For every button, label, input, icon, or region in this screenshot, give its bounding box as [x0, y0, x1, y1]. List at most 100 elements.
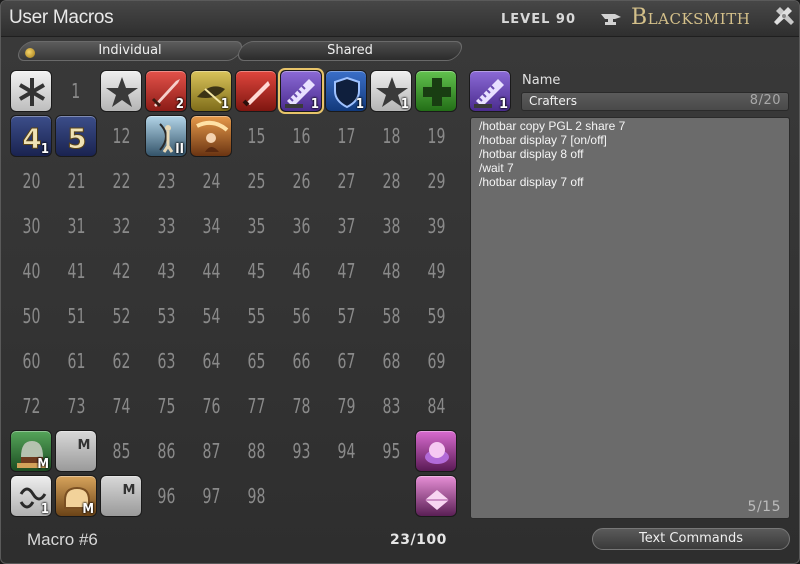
empty-macro-slot[interactable]: 35 [234, 204, 278, 248]
empty-macro-slot[interactable]: 87 [189, 429, 233, 473]
title-bar[interactable]: User Macros LEVEL 90 Blacksmith [1, 1, 799, 37]
empty-macro-slot[interactable] [324, 474, 368, 518]
empty-macro-slot[interactable]: 86 [144, 429, 188, 473]
empty-macro-slot[interactable]: 15 [234, 114, 278, 158]
tab-individual[interactable]: Individual [14, 41, 246, 61]
empty-macro-slot[interactable]: 31 [54, 204, 98, 248]
empty-macro-slot[interactable]: 66 [279, 339, 323, 383]
empty-macro-slot[interactable]: 26 [279, 159, 323, 203]
empty-macro-slot[interactable]: 59 [414, 294, 458, 338]
empty-macro-slot[interactable]: 47 [324, 249, 368, 293]
empty-macro-slot[interactable]: 65 [234, 339, 278, 383]
macro-slot[interactable]: 41 [9, 114, 53, 158]
macro-slot[interactable] [189, 114, 233, 158]
empty-macro-slot[interactable]: 94 [324, 429, 368, 473]
empty-macro-slot[interactable]: 63 [144, 339, 188, 383]
macro-slot[interactable] [414, 429, 458, 473]
macro-slot[interactable]: II [144, 114, 188, 158]
empty-macro-slot[interactable]: 36 [279, 204, 323, 248]
macro-slot[interactable]: 1 [9, 474, 53, 518]
empty-macro-slot[interactable]: 75 [144, 384, 188, 428]
empty-macro-slot[interactable]: 64 [189, 339, 233, 383]
macro-slot[interactable]: M [9, 429, 53, 473]
macro-slot[interactable]: 1 [278, 68, 324, 114]
empty-macro-slot[interactable]: 74 [99, 384, 143, 428]
empty-macro-slot[interactable]: 51 [54, 294, 98, 338]
empty-macro-slot[interactable]: 54 [189, 294, 233, 338]
empty-macro-slot[interactable]: 43 [144, 249, 188, 293]
empty-macro-slot[interactable]: 93 [279, 429, 323, 473]
empty-macro-slot[interactable]: 83 [369, 384, 413, 428]
empty-macro-slot[interactable]: 49 [414, 249, 458, 293]
tab-shared[interactable]: Shared [234, 41, 466, 61]
empty-macro-slot[interactable]: 42 [99, 249, 143, 293]
empty-macro-slot[interactable]: 34 [189, 204, 233, 248]
empty-macro-slot[interactable]: 16 [279, 114, 323, 158]
empty-macro-slot[interactable]: 38 [369, 204, 413, 248]
empty-macro-slot[interactable]: 19 [414, 114, 458, 158]
macro-slot[interactable] [414, 69, 458, 113]
empty-macro-slot[interactable]: 32 [99, 204, 143, 248]
macro-slot[interactable]: 2 [144, 69, 188, 113]
empty-macro-slot[interactable]: 28 [369, 159, 413, 203]
empty-macro-slot[interactable]: 55 [234, 294, 278, 338]
empty-macro-slot[interactable]: 29 [414, 159, 458, 203]
empty-macro-slot[interactable]: 67 [324, 339, 368, 383]
empty-macro-slot[interactable]: 85 [99, 429, 143, 473]
empty-macro-slot[interactable]: 79 [324, 384, 368, 428]
empty-macro-slot[interactable]: 84 [414, 384, 458, 428]
empty-macro-slot[interactable]: 72 [9, 384, 53, 428]
macro-slot[interactable]: 1 [324, 69, 368, 113]
macro-slot[interactable] [99, 69, 143, 113]
empty-macro-slot[interactable]: 25 [234, 159, 278, 203]
empty-macro-slot[interactable]: 58 [369, 294, 413, 338]
macro-slot[interactable] [414, 474, 458, 518]
macro-slot[interactable] [9, 69, 53, 113]
empty-macro-slot[interactable]: 56 [279, 294, 323, 338]
macro-slot[interactable]: M [54, 429, 98, 473]
empty-macro-slot[interactable]: 76 [189, 384, 233, 428]
empty-macro-slot[interactable]: 24 [189, 159, 233, 203]
empty-macro-slot[interactable]: 20 [9, 159, 53, 203]
empty-macro-slot[interactable]: 88 [234, 429, 278, 473]
empty-macro-slot[interactable]: 17 [324, 114, 368, 158]
macro-slot[interactable]: 1 [369, 69, 413, 113]
macro-name-input[interactable]: Crafters 8/20 [521, 92, 789, 111]
empty-macro-slot[interactable]: 41 [54, 249, 98, 293]
empty-macro-slot[interactable]: 77 [234, 384, 278, 428]
empty-macro-slot[interactable]: 37 [324, 204, 368, 248]
selected-macro-icon[interactable]: 1 [468, 69, 512, 113]
macro-slot[interactable]: 5 [54, 114, 98, 158]
empty-macro-slot[interactable]: 97 [189, 474, 233, 518]
empty-macro-slot[interactable]: 68 [369, 339, 413, 383]
empty-macro-slot[interactable]: 52 [99, 294, 143, 338]
empty-macro-slot[interactable]: 45 [234, 249, 278, 293]
empty-macro-slot[interactable]: 40 [9, 249, 53, 293]
empty-macro-slot[interactable]: 48 [369, 249, 413, 293]
empty-macro-slot[interactable]: 44 [189, 249, 233, 293]
crossed-tools-icon[interactable] [772, 5, 796, 29]
text-commands-button[interactable]: Text Commands [592, 528, 790, 550]
macro-slot[interactable]: M [54, 474, 98, 518]
empty-macro-slot[interactable]: 12 [99, 114, 143, 158]
empty-macro-slot[interactable]: 23 [144, 159, 188, 203]
empty-macro-slot[interactable]: 69 [414, 339, 458, 383]
macro-slot[interactable]: M [99, 474, 143, 518]
empty-macro-slot[interactable]: 30 [9, 204, 53, 248]
empty-macro-slot[interactable]: 1 [54, 69, 98, 113]
empty-macro-slot[interactable] [279, 474, 323, 518]
empty-macro-slot[interactable]: 50 [9, 294, 53, 338]
empty-macro-slot[interactable]: 46 [279, 249, 323, 293]
empty-macro-slot[interactable]: 95 [369, 429, 413, 473]
macro-slot[interactable] [234, 69, 278, 113]
macro-slot[interactable]: 1 [189, 69, 233, 113]
empty-macro-slot[interactable]: 96 [144, 474, 188, 518]
empty-macro-slot[interactable]: 78 [279, 384, 323, 428]
empty-macro-slot[interactable]: 73 [54, 384, 98, 428]
empty-macro-slot[interactable]: 57 [324, 294, 368, 338]
empty-macro-slot[interactable]: 53 [144, 294, 188, 338]
empty-macro-slot[interactable]: 62 [99, 339, 143, 383]
empty-macro-slot[interactable]: 22 [99, 159, 143, 203]
empty-macro-slot[interactable]: 33 [144, 204, 188, 248]
empty-macro-slot[interactable]: 39 [414, 204, 458, 248]
